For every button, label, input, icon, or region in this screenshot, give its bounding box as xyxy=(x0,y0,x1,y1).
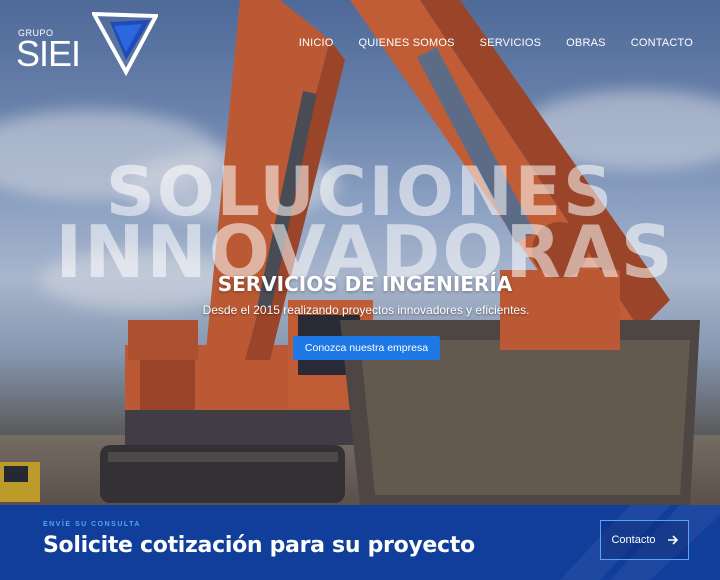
triangle-logo-icon xyxy=(92,12,158,76)
band-title: Solicite cotización para su proyecto xyxy=(43,533,475,558)
hero-section: GRUPO SIEI INICIO QUIENES SOMOS SERVICIO… xyxy=(0,0,720,505)
contact-button[interactable]: Contacto xyxy=(600,520,689,560)
brand-name: SIEI xyxy=(16,33,81,74)
nav-link-inicio[interactable]: INICIO xyxy=(299,37,334,49)
brand-logo[interactable]: GRUPO SIEI xyxy=(16,12,166,76)
main-nav: INICIO QUIENES SOMOS SERVICIOS OBRAS CON… xyxy=(274,37,693,49)
nav-link-obras[interactable]: OBRAS xyxy=(566,37,606,49)
contact-button-label: Contacto xyxy=(611,534,656,546)
nav-link-quienes-somos[interactable]: QUIENES SOMOS xyxy=(359,37,455,49)
band-kicker: ENVÍE SU CONSULTA xyxy=(43,521,141,528)
nav-link-servicios[interactable]: SERVICIOS xyxy=(480,37,542,49)
nav-link-contacto[interactable]: CONTACTO xyxy=(631,37,693,49)
hero-subtitle: SERVICIOS DE INGENIERÍA xyxy=(217,272,513,296)
hero-tagline: Desde el 2015 realizando proyectos innov… xyxy=(202,303,530,317)
arrow-right-icon xyxy=(667,535,678,545)
quote-band: ENVÍE SU CONSULTA Solicite cotización pa… xyxy=(0,505,720,580)
about-company-button[interactable]: Conozca nuestra empresa xyxy=(293,336,440,360)
